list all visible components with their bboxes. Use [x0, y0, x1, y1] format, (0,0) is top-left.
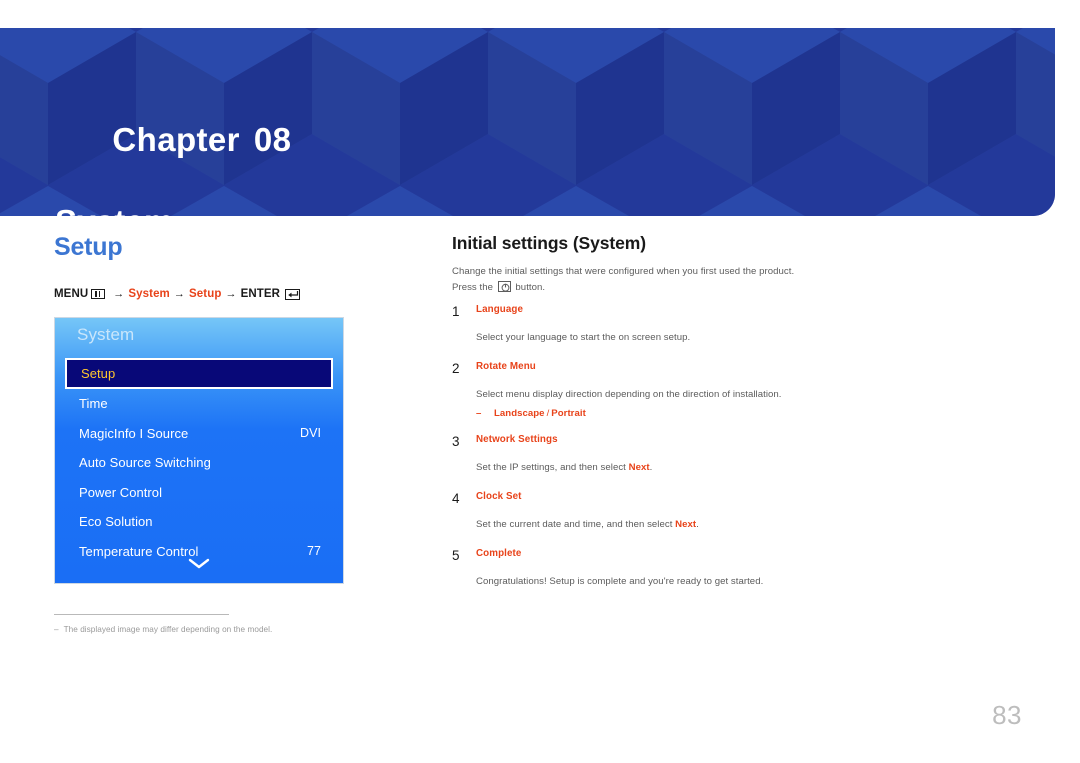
osd-item-setup[interactable]: Setup [65, 358, 333, 389]
osd-item-auto-source-switching[interactable]: Auto Source Switching [55, 448, 343, 478]
step-description: Congratulations! Setup is complete and y… [476, 574, 1012, 589]
step-desc-text: Select your language to start the on scr… [476, 332, 691, 343]
left-column: Setup MENU → System → Setup → ENTER Syst… [54, 232, 354, 636]
intro-after-icon: button. [515, 281, 546, 293]
step-title: Clock Set [476, 491, 522, 502]
menu-path-arrow-1: → [113, 288, 125, 300]
osd-item-label: Time [79, 396, 108, 412]
chapter-heading-group: Chapter 08 System [55, 78, 291, 216]
step-description: Select your language to start the on scr… [476, 330, 1012, 345]
step-title: Network Settings [476, 434, 558, 445]
osd-menu-list: Setup Time MagicInfo I Source DVI Auto S… [55, 358, 343, 566]
chevron-down-icon[interactable] [55, 556, 343, 574]
osd-item-eco-solution[interactable]: Eco Solution [55, 507, 343, 537]
osd-item-label: Power Control [79, 484, 163, 500]
setup-step-clock-set: 4 Clock Set Set the current date and tim… [452, 489, 1012, 546]
osd-menu-title: System [77, 325, 135, 344]
chapter-name: System [55, 201, 291, 216]
menu-path-step-setup: Setup [189, 288, 222, 300]
menu-path-arrow-2: → [173, 288, 185, 300]
step-title: Rotate Menu [476, 361, 536, 372]
step-title: Complete [476, 548, 522, 559]
menu-path-step-system: System [128, 288, 170, 300]
initial-settings-intro: Change the initial settings that were co… [452, 264, 1012, 295]
setup-steps-list: 1 Language Select your language to start… [452, 302, 1012, 603]
menu-path-arrow-3: → [225, 288, 237, 300]
footnote-block: – The displayed image may differ dependi… [54, 614, 299, 636]
option-separator: / [546, 408, 550, 419]
step-desc-text: Select menu display direction depending … [476, 389, 782, 400]
menu-path-menu-label: MENU [54, 288, 89, 300]
menu-path-breadcrumb: MENU → System → Setup → ENTER [54, 288, 354, 300]
step-description: Set the IP settings, and then select Nex… [476, 460, 1012, 475]
step-number: 2 [452, 361, 460, 376]
step-options: – Landscape / Portrait [476, 408, 1012, 419]
setup-step-rotate-menu: 2 Rotate Menu Select menu display direct… [452, 359, 1012, 432]
enter-key-icon [285, 288, 301, 300]
page-title: Setup [54, 233, 123, 261]
step-desc-text: Set the current date and time, and then … [476, 519, 676, 530]
chapter-number: 08 [253, 121, 292, 158]
step-desc-tail: . [649, 462, 653, 473]
option-landscape: Landscape [494, 408, 545, 419]
step-number: 1 [452, 304, 460, 319]
initial-settings-heading: Initial settings (System) [452, 233, 646, 253]
option-dash: – [476, 408, 482, 419]
chapter-banner: Chapter 08 System [0, 28, 1055, 216]
setup-step-language: 1 Language Select your language to start… [452, 302, 1012, 359]
footnote: – The displayed image may differ dependi… [54, 624, 299, 636]
page-number: 83 [992, 700, 1022, 730]
osd-menu-panel: System Setup Time MagicInfo I Source DVI… [54, 317, 344, 584]
step-desc-emphasis: Next [675, 519, 697, 530]
menu-grid-icon [91, 289, 106, 299]
step-description: Select menu display direction depending … [476, 387, 1012, 402]
osd-item-value: DVI [300, 426, 321, 441]
step-description: Set the current date and time, and then … [476, 517, 1012, 532]
step-desc-text: Congratulations! Setup is complete and y… [476, 576, 764, 587]
step-number: 4 [452, 491, 460, 506]
power-button-icon [497, 280, 511, 292]
osd-item-label: Auto Source Switching [79, 455, 211, 471]
step-number: 5 [452, 548, 460, 563]
step-desc-text: Set the IP settings, and then select [476, 462, 629, 473]
setup-step-complete: 5 Complete Congratulations! Setup is com… [452, 546, 1012, 603]
osd-item-label: Setup [81, 366, 116, 381]
osd-item-label: Eco Solution [79, 514, 153, 530]
menu-path-enter-label: ENTER [240, 288, 281, 300]
step-desc-emphasis: Next [628, 462, 650, 473]
step-title: Language [476, 304, 524, 315]
setup-step-network-settings: 3 Network Settings Set the IP settings, … [452, 432, 1012, 489]
chapter-label: Chapter [112, 121, 240, 158]
osd-item-magicinfo-i-source[interactable]: MagicInfo I Source DVI [55, 419, 343, 449]
intro-line-1: Change the initial settings that were co… [452, 266, 795, 277]
osd-item-label: MagicInfo I Source [79, 425, 189, 441]
footnote-text: The displayed image may differ depending… [63, 625, 273, 634]
osd-item-power-control[interactable]: Power Control [55, 478, 343, 508]
footnote-dash: – [54, 625, 59, 634]
osd-item-time[interactable]: Time [55, 389, 343, 419]
option-portrait: Portrait [551, 408, 586, 419]
intro-before-icon: Press the [452, 281, 493, 293]
step-number: 3 [452, 434, 460, 449]
footnote-divider [54, 614, 229, 615]
right-column: Initial settings (System) Change the ini… [452, 232, 1012, 603]
chapter-label-line: Chapter 08 [55, 78, 291, 201]
step-desc-tail: . [696, 519, 699, 530]
